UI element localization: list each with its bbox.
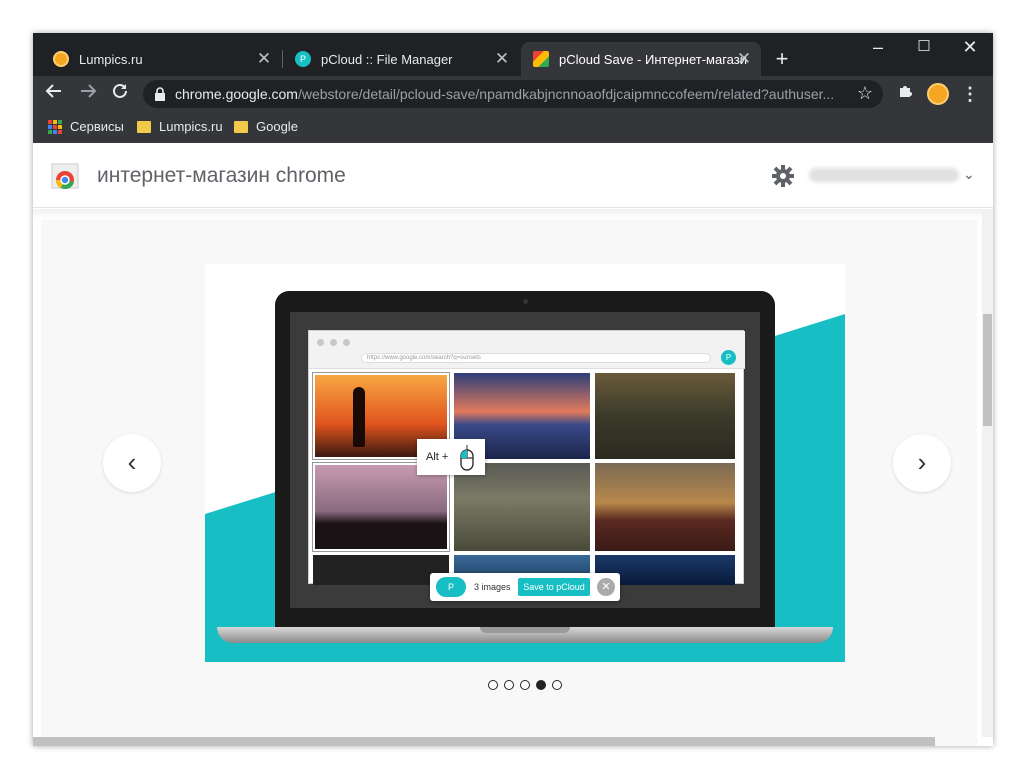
carousel-prev-button[interactable]: ‹: [103, 434, 161, 492]
webstore-page: интернет-магазин chrome ⌄ ‹ › https://ww…: [33, 144, 993, 746]
carousel-slide: https://www.google.com/search?q=sunsets …: [205, 264, 845, 662]
bookmark-label: Сервисы: [70, 119, 124, 134]
close-tab-icon[interactable]: ✕: [735, 50, 753, 68]
reload-button[interactable]: [105, 79, 135, 109]
photo-pink-sky: [312, 462, 450, 552]
folder-icon: [234, 120, 248, 133]
carousel-dot[interactable]: [520, 680, 530, 690]
pcloud-save-bar: P 3 images Save to pCloud ✕: [430, 573, 620, 601]
vertical-scrollbar-track[interactable]: [982, 209, 993, 737]
pcloud-icon: P: [295, 51, 311, 67]
profile-avatar[interactable]: [923, 79, 953, 109]
webstore-header: интернет-магазин chrome ⌄: [33, 144, 993, 208]
lock-icon: [155, 87, 165, 101]
tab-title: pCloud Save - Интернет-магазин: [559, 51, 747, 67]
alt-hint-text: Alt +: [426, 451, 449, 463]
bookmark-services[interactable]: Сервисы: [48, 119, 124, 134]
bookmark-lumpics[interactable]: Lumpics.ru: [137, 119, 223, 134]
tab-pcloud-file-manager[interactable]: P pCloud :: File Manager ✕: [283, 42, 519, 76]
browser-window: Lumpics.ru ✕ P pCloud :: File Manager ✕ …: [33, 33, 993, 746]
carousel-next-button[interactable]: ›: [893, 434, 951, 492]
maximize-button[interactable]: ☐: [901, 33, 947, 63]
forward-button[interactable]: [73, 79, 103, 109]
images-count: 3 images: [474, 582, 511, 592]
tab-strip: Lumpics.ru ✕ P pCloud :: File Manager ✕ …: [33, 33, 993, 76]
tab-pcloud-save[interactable]: pCloud Save - Интернет-магазин ✕: [521, 42, 761, 76]
mock-browser-toolbar: https://www.google.com/search?q=sunsets …: [309, 331, 745, 369]
photo-dark: [313, 555, 449, 585]
puzzle-icon: [900, 86, 912, 97]
pcloud-cloud-icon: P: [436, 577, 466, 597]
forward-arrow-icon: [81, 84, 97, 98]
chevron-down-icon[interactable]: ⌄: [963, 166, 975, 183]
gear-icon[interactable]: [771, 164, 795, 188]
reload-icon: [113, 83, 127, 98]
photo-railway: [595, 373, 735, 459]
laptop-camera: [523, 299, 528, 304]
tab-lumpics[interactable]: Lumpics.ru ✕: [41, 42, 281, 76]
folder-icon: [137, 120, 151, 133]
url-text: chrome.google.com/webstore/detail/pcloud…: [175, 86, 835, 102]
toolbar: chrome.google.com/webstore/detail/pcloud…: [33, 76, 993, 113]
bookmark-label: Google: [256, 119, 298, 134]
account-email-blurred[interactable]: [809, 168, 959, 182]
mock-url: https://www.google.com/search?q=sunsets: [361, 353, 711, 363]
tab-title: pCloud :: File Manager: [321, 51, 453, 67]
carousel-dot[interactable]: [552, 680, 562, 690]
mock-dot: [317, 339, 324, 346]
mock-dot: [343, 339, 350, 346]
horizontal-scrollbar[interactable]: [33, 737, 935, 746]
bookmark-label: Lumpics.ru: [159, 119, 223, 134]
bookmarks-bar: Сервисы Lumpics.ru Google: [33, 113, 993, 143]
bookmark-google[interactable]: Google: [234, 119, 298, 134]
back-arrow-icon: [45, 84, 61, 98]
menu-button[interactable]: ⋮: [955, 79, 985, 109]
minimize-button[interactable]: –: [855, 33, 901, 63]
mock-browser: https://www.google.com/search?q=sunsets …: [308, 330, 745, 585]
save-to-pcloud-button: Save to pCloud: [518, 578, 590, 596]
bookmark-star-icon[interactable]: ☆: [857, 83, 873, 104]
carousel-dot-active[interactable]: [536, 680, 546, 690]
back-button[interactable]: [39, 79, 69, 109]
avatar: [927, 83, 949, 105]
new-tab-button[interactable]: +: [765, 42, 799, 76]
address-bar[interactable]: chrome.google.com/webstore/detail/pcloud…: [143, 80, 883, 108]
tab-title: Lumpics.ru: [79, 51, 143, 67]
carousel-dot[interactable]: [488, 680, 498, 690]
photo-poppy-field: [595, 463, 735, 551]
carousel-dot[interactable]: [504, 680, 514, 690]
header-shadow: [33, 209, 993, 219]
close-tab-icon[interactable]: ✕: [255, 50, 273, 68]
screenshot-carousel: ‹ › https://www.google.com/search?q=suns: [41, 220, 977, 746]
close-tab-icon[interactable]: ✕: [493, 50, 511, 68]
chrome-webstore-logo-icon[interactable]: [51, 162, 79, 190]
mouse-icon: [460, 445, 474, 471]
apps-grid-icon: [48, 119, 62, 134]
alt-click-hint: Alt +: [417, 439, 485, 475]
extensions-button[interactable]: [891, 79, 921, 109]
webstore-icon: [533, 51, 549, 67]
close-icon: ✕: [597, 578, 615, 596]
pcloud-icon: P: [721, 350, 736, 365]
carousel-dots: [488, 680, 562, 690]
mock-dot: [330, 339, 337, 346]
laptop-notch: [480, 627, 570, 633]
orange-circle-icon: [53, 51, 69, 67]
photo-field: [454, 463, 590, 551]
silhouette: [353, 387, 365, 447]
close-window-button[interactable]: ✕: [947, 33, 993, 63]
vertical-scrollbar-thumb[interactable]: [983, 314, 992, 426]
webstore-title[interactable]: интернет-магазин chrome: [97, 164, 346, 188]
